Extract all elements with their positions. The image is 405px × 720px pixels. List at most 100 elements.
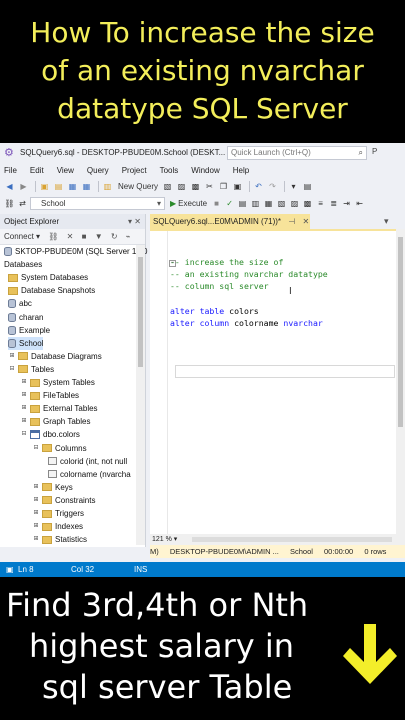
expand-icon[interactable]: ⊞: [32, 507, 40, 520]
toolbar-icon[interactable]: ▥: [250, 198, 261, 209]
toolbar-icon[interactable]: ▤: [302, 181, 313, 192]
display-plan-icon[interactable]: ▤: [237, 198, 248, 209]
menu-window[interactable]: Window: [191, 166, 219, 175]
uncomment-icon[interactable]: ≣: [328, 198, 339, 209]
editor-scrollbar[interactable]: [396, 229, 405, 534]
tree-node[interactable]: colorname (nvarcha: [48, 468, 131, 481]
expand-icon[interactable]: ⊞: [32, 533, 40, 546]
tree-node[interactable]: ⊟ Columns: [32, 442, 86, 455]
save-icon[interactable]: ▦: [67, 181, 78, 192]
execute-button[interactable]: ▶ Execute: [170, 199, 207, 208]
expand-icon[interactable]: ⊞: [20, 389, 28, 402]
query-editor[interactable]: − -- increase the size of -- an existing …: [150, 229, 396, 536]
tree-node[interactable]: System Databases: [8, 271, 88, 284]
disconnect-icon[interactable]: ✕: [67, 232, 74, 241]
tree-node[interactable]: ⊞ Indexes: [32, 520, 83, 533]
tree-node[interactable]: Example: [8, 324, 50, 337]
redo-icon[interactable]: ↷: [267, 181, 278, 192]
menu-edit[interactable]: Edit: [30, 166, 44, 175]
tree-node[interactable]: abc: [8, 297, 32, 310]
expand-icon[interactable]: ⊞: [32, 520, 40, 533]
query-option-icon[interactable]: ▩: [190, 181, 201, 192]
zoom-level[interactable]: 121 %: [152, 536, 172, 543]
paste-icon[interactable]: ▣: [232, 181, 243, 192]
scrollbar-thumb[interactable]: [398, 237, 403, 427]
expand-icon[interactable]: ⊞: [32, 494, 40, 507]
horizontal-scrollbar[interactable]: [192, 537, 392, 542]
code-area[interactable]: -- increase the size of -- an existing nv…: [170, 231, 328, 329]
code-line[interactable]: alter column colorname nvarchar: [170, 317, 328, 329]
expand-icon[interactable]: ⊞: [20, 402, 28, 415]
tree-node[interactable]: ⊞ FileTables: [20, 389, 79, 402]
dropdown-icon[interactable]: ▾: [288, 181, 299, 192]
tree-node[interactable]: ⊟ Tables: [8, 363, 54, 376]
collapse-icon[interactable]: ⊟: [32, 442, 40, 455]
collapse-icon[interactable]: ⊟: [8, 363, 16, 376]
tree-node[interactable]: ⊞ Keys: [32, 481, 72, 494]
code-line[interactable]: alter table colors: [170, 305, 328, 317]
tab-sqlquery6[interactable]: SQLQuery6.sql...E0M\ADMIN (71))* ⊣ ✕: [150, 214, 310, 229]
pin-icon[interactable]: ⊣: [288, 217, 295, 226]
connect-icon[interactable]: ⛓: [4, 198, 15, 209]
tree-node[interactable]: ⊞ Database Diagrams: [8, 350, 101, 363]
tree-node[interactable]: ⊟ dbo.colors: [20, 428, 80, 441]
tree-node[interactable]: Databases: [4, 258, 42, 271]
activity-icon[interactable]: ⌁: [126, 232, 131, 241]
tree-node[interactable]: ⊞ Graph Tables: [20, 415, 90, 428]
code-line[interactable]: [170, 292, 328, 304]
code-line[interactable]: -- an existing nvarchar datatype: [170, 268, 328, 280]
code-line[interactable]: [170, 231, 328, 243]
new-query-button[interactable]: New Query: [118, 182, 158, 191]
connect-icon[interactable]: ⛓: [48, 232, 58, 241]
query-option-icon[interactable]: ▧: [162, 181, 173, 192]
change-connection-icon[interactable]: ⇄: [17, 198, 28, 209]
stop-icon[interactable]: ■: [82, 232, 87, 241]
tree-node[interactable]: ⊞ Constraints: [32, 494, 95, 507]
toolbar-icon[interactable]: ▦: [263, 198, 274, 209]
forward-icon[interactable]: ▶: [18, 181, 29, 192]
menu-view[interactable]: View: [57, 166, 74, 175]
expand-icon[interactable]: ⊞: [20, 415, 28, 428]
tab-overflow-icon[interactable]: ▾: [384, 216, 389, 227]
toolbar-icon[interactable]: ▩: [302, 198, 313, 209]
object-explorer-scrollbar[interactable]: [136, 245, 145, 545]
tree-node[interactable]: SKTOP-PBUDE0M (SQL Server 15.0: [4, 245, 148, 258]
new-file-icon[interactable]: ▣: [39, 181, 50, 192]
menu-project[interactable]: Project: [122, 166, 147, 175]
tree-node[interactable]: ⊞ System Tables: [20, 376, 94, 389]
scrollbar-thumb[interactable]: [138, 257, 143, 367]
indent-icon[interactable]: ⇥: [341, 198, 352, 209]
back-icon[interactable]: ◀: [4, 181, 15, 192]
comment-icon[interactable]: ≡: [315, 198, 326, 209]
query-option-icon[interactable]: ▨: [176, 181, 187, 192]
expand-icon[interactable]: ⊞: [20, 376, 28, 389]
code-line[interactable]: -- increase the size of: [170, 256, 328, 268]
filter-icon[interactable]: ▼: [95, 232, 103, 241]
tree-node[interactable]: ⊞ Triggers: [32, 507, 84, 520]
panel-controls-icon[interactable]: ▾ ✕: [128, 214, 141, 229]
undo-icon[interactable]: ↶: [253, 181, 264, 192]
quick-launch-input[interactable]: Quick Launch (Ctrl+Q) ⌕: [227, 146, 367, 160]
stop-icon[interactable]: ■: [211, 198, 222, 209]
tree-node[interactable]: School: [8, 336, 44, 350]
menu-query[interactable]: Query: [87, 166, 109, 175]
pin-icon[interactable]: P: [372, 147, 377, 156]
cut-icon[interactable]: ✂: [204, 181, 215, 192]
copy-icon[interactable]: ❐: [218, 181, 229, 192]
menu-help[interactable]: Help: [233, 166, 249, 175]
tree-node[interactable]: charan: [8, 311, 43, 324]
menu-file[interactable]: File: [4, 166, 17, 175]
toolbar-icon[interactable]: ▨: [289, 198, 300, 209]
tree-node[interactable]: colorid (int, not null: [48, 455, 127, 468]
open-icon[interactable]: ▤: [53, 181, 64, 192]
tree-node[interactable]: ⊞ Statistics: [32, 533, 87, 546]
save-all-icon[interactable]: ▦: [81, 181, 92, 192]
connect-button[interactable]: Connect ▾: [4, 232, 40, 241]
tree-node[interactable]: ⊞ External Tables: [20, 402, 97, 415]
code-line[interactable]: [170, 243, 328, 255]
expand-icon[interactable]: ⊞: [32, 481, 40, 494]
code-line[interactable]: -- column sql server: [170, 280, 328, 292]
close-icon[interactable]: ✕: [302, 217, 309, 226]
database-select[interactable]: School ▾: [30, 197, 165, 210]
expand-icon[interactable]: ⊞: [8, 350, 16, 363]
